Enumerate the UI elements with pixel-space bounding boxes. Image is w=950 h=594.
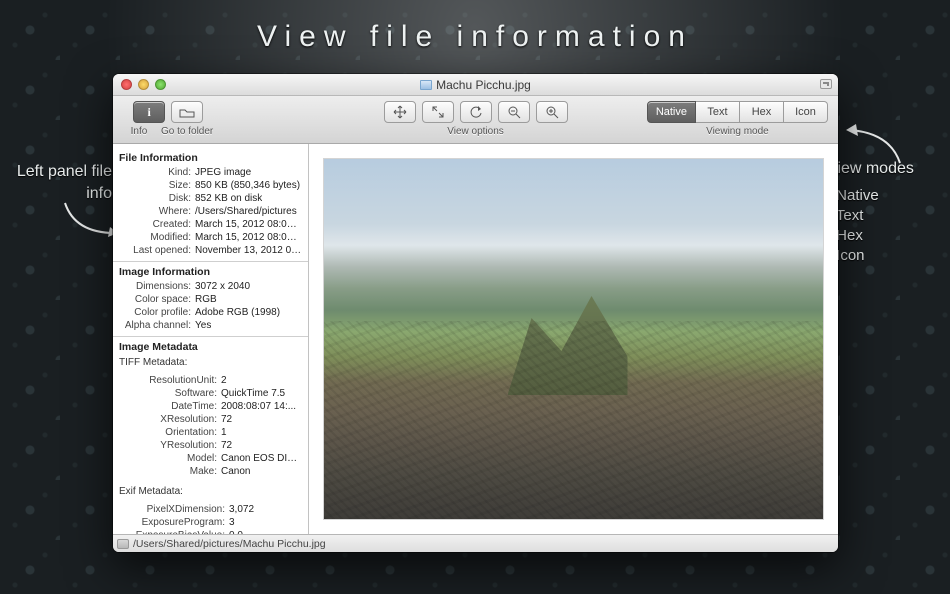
label: Where: [119, 205, 191, 218]
label: Model: [119, 452, 217, 465]
rotate-icon [469, 105, 483, 119]
zoom-in-icon [545, 105, 559, 119]
section-file-info: File Information [119, 152, 302, 164]
folder-icon [179, 107, 195, 118]
annotation-mode-item: Native [827, 186, 932, 206]
annotation-mode-item: Hex [827, 226, 932, 246]
annotation-mode-item: Text [827, 206, 932, 226]
value: 852 KB on disk [195, 192, 262, 205]
disk-icon [117, 539, 129, 549]
mode-text[interactable]: Text [696, 101, 740, 123]
label: Dimensions: [119, 280, 191, 293]
file-icon [420, 80, 432, 90]
label: Software: [119, 387, 217, 400]
mode-hex[interactable]: Hex [740, 101, 784, 123]
info-sidebar[interactable]: File Information Kind: JPEG image Size: 85… [113, 144, 309, 534]
value: 3 [229, 516, 235, 529]
expand-icon [431, 105, 445, 119]
value: 72 [221, 413, 232, 426]
value: 850 KB (850,346 bytes) [195, 179, 300, 192]
value: Canon EOS DIG... [221, 452, 302, 465]
value: Canon [221, 465, 250, 478]
go-to-folder-button[interactable] [171, 101, 203, 123]
label: Disk: [119, 192, 191, 205]
section-image-info: Image Information [119, 266, 302, 278]
label: YResolution: [119, 439, 217, 452]
go-to-folder-label: Go to folder [161, 126, 213, 137]
value: 1 [221, 426, 227, 439]
label: Size: [119, 179, 191, 192]
label: XResolution: [119, 413, 217, 426]
value: 2008:08:07 14:... [221, 400, 296, 413]
mode-native[interactable]: Native [647, 101, 696, 123]
view-options-label: View options [447, 126, 504, 137]
annotation-mode-item: Icon [827, 246, 932, 266]
pan-button[interactable] [384, 101, 416, 123]
status-bar: /Users/Shared/pictures/Machu Picchu.jpg [113, 534, 838, 552]
rotate-button[interactable] [460, 101, 492, 123]
label: Color space: [119, 293, 191, 306]
image-content [323, 158, 824, 520]
toolbar: i Info Go to folder [113, 96, 838, 144]
label: Modified: [119, 231, 191, 244]
label: Orientation: [119, 426, 217, 439]
label: ResolutionUnit: [119, 374, 217, 387]
zoom-in-button[interactable] [536, 101, 568, 123]
value: 3,072 [229, 503, 254, 516]
exif-subtitle: Exif Metadata: [119, 486, 302, 497]
label: DateTime: [119, 400, 217, 413]
app-window: Machu Picchu.jpg i Info Go to folder [113, 74, 838, 552]
move-icon [393, 105, 407, 119]
fullscreen-button[interactable] [820, 79, 832, 89]
window-title: Machu Picchu.jpg [113, 78, 838, 92]
value: 72 [221, 439, 232, 452]
value: Yes [195, 319, 211, 332]
zoom-out-button[interactable] [498, 101, 530, 123]
label: Kind: [119, 166, 191, 179]
fit-button[interactable] [422, 101, 454, 123]
section-metadata: Image Metadata [119, 341, 302, 353]
value: Adobe RGB (1998) [195, 306, 280, 319]
value: RGB [195, 293, 217, 306]
value: March 15, 2012 08:02 AM [195, 218, 302, 231]
value: JPEG image [195, 166, 251, 179]
info-button[interactable]: i [133, 101, 165, 123]
tiff-subtitle: TIFF Metadata: [119, 357, 302, 368]
titlebar[interactable]: Machu Picchu.jpg [113, 74, 838, 96]
label: PixelXDimension: [119, 503, 225, 516]
mode-icon[interactable]: Icon [784, 101, 828, 123]
image-viewport[interactable] [309, 144, 838, 534]
value: /Users/Shared/pictures [195, 205, 297, 218]
value: QuickTime 7.5 [221, 387, 285, 400]
viewing-mode-label: Viewing mode [706, 126, 769, 137]
hero-title: View file information [0, 20, 950, 54]
value: November 13, 2012 08:00 AM [195, 244, 302, 257]
zoom-out-icon [507, 105, 521, 119]
value: 2 [221, 374, 227, 387]
label: Created: [119, 218, 191, 231]
label: Last opened: [119, 244, 191, 257]
label: Alpha channel: [119, 319, 191, 332]
annotation-right: View modes Native Text Hex Icon [827, 158, 932, 267]
arrow-right [840, 118, 910, 168]
window-title-text: Machu Picchu.jpg [436, 78, 531, 92]
label: Make: [119, 465, 217, 478]
label: Color profile: [119, 306, 191, 319]
value: March 15, 2012 08:02 AM [195, 231, 302, 244]
value: 3072 x 2040 [195, 280, 250, 293]
label: ExposureProgram: [119, 516, 225, 529]
info-label: Info [123, 126, 155, 137]
status-path: /Users/Shared/pictures/Machu Picchu.jpg [133, 538, 326, 550]
